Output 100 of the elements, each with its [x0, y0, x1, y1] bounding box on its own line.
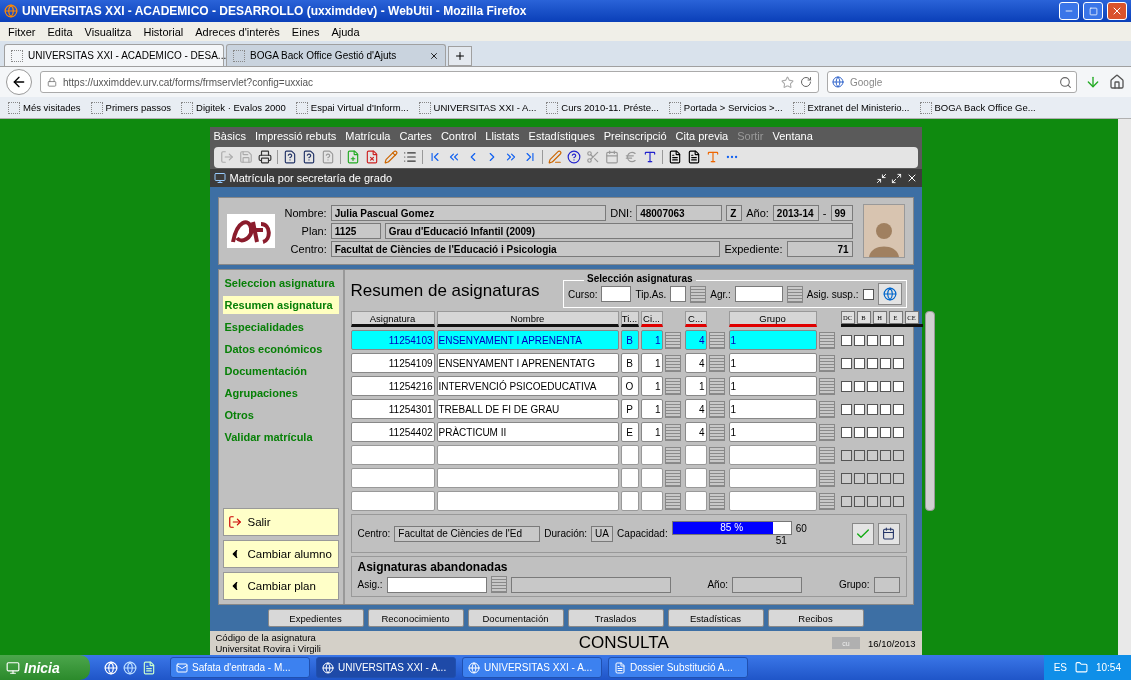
bookmark-link[interactable]: Espai Virtual d'Inform...	[295, 101, 409, 114]
browser-icon[interactable]	[123, 660, 137, 675]
new-tab-button[interactable]	[448, 46, 472, 66]
checkbox[interactable]	[879, 380, 891, 392]
close-icon[interactable]	[429, 50, 439, 61]
checkbox[interactable]	[892, 334, 904, 346]
checkbox[interactable]	[840, 380, 852, 392]
checkbox[interactable]	[879, 357, 891, 369]
browser-tab[interactable]: BOGA Back Office Gestió d'Ajuts	[226, 44, 446, 66]
checkbox[interactable]	[879, 334, 891, 346]
scrollbar[interactable]	[1118, 119, 1131, 655]
checkbox[interactable]	[840, 403, 852, 415]
column-header[interactable]: C...	[684, 311, 707, 327]
checkbox[interactable]	[892, 403, 904, 415]
spreadsheet-icon[interactable]	[142, 660, 156, 675]
checkbox[interactable]	[866, 334, 878, 346]
search-engine-icon[interactable]	[832, 76, 844, 88]
checkbox[interactable]	[892, 380, 904, 392]
checkbox[interactable]	[866, 403, 878, 415]
menu-item[interactable]: Llistats	[485, 130, 520, 142]
subject-field[interactable]	[386, 576, 487, 593]
menu-item[interactable]: Adreces d'interès	[195, 25, 280, 38]
back-button[interactable]	[6, 69, 32, 95]
checkbox[interactable]	[853, 472, 865, 484]
checkbox[interactable]	[862, 288, 874, 300]
search-field[interactable]: Google	[827, 71, 1077, 93]
checkbox[interactable]	[853, 357, 865, 369]
scrollbar[interactable]	[924, 311, 935, 511]
checkbox[interactable]	[892, 357, 904, 369]
checkbox[interactable]	[853, 426, 865, 438]
taskbar-item[interactable]: Dossier Substitució A...	[608, 657, 748, 678]
taskbar-item[interactable]: UNIVERSITAS XXI - A...	[316, 657, 456, 678]
add-record-button[interactable]	[345, 150, 360, 164]
checkbox[interactable]	[866, 472, 878, 484]
help-button[interactable]	[566, 150, 581, 164]
checkbox[interactable]	[892, 426, 904, 438]
text-button[interactable]	[642, 150, 657, 164]
bookmark-link[interactable]: Extranet del Ministerio...	[792, 101, 910, 114]
checkbox[interactable]	[892, 495, 904, 507]
bookmark-link[interactable]: Portada > Servicios >...	[668, 101, 783, 114]
maximize-icon[interactable]	[890, 172, 902, 184]
checkbox[interactable]	[853, 380, 865, 392]
menu-item[interactable]: Visualitza	[84, 25, 132, 38]
section-link[interactable]: Resumen asignatura	[222, 296, 339, 314]
download-icon[interactable]	[1085, 74, 1101, 90]
taskbar-item[interactable]: Safata d'entrada - M...	[170, 657, 310, 678]
action-button[interactable]: Documentación	[467, 609, 564, 627]
network-icon[interactable]	[1074, 661, 1088, 674]
checkbox[interactable]	[840, 426, 852, 438]
checkbox[interactable]	[866, 449, 878, 461]
search-icon[interactable]	[1059, 75, 1072, 89]
menu-item[interactable]: Eines	[291, 25, 320, 38]
checkbox[interactable]	[892, 449, 904, 461]
checkbox[interactable]	[879, 403, 891, 415]
column-header[interactable]: Ci...	[640, 311, 663, 327]
checkbox[interactable]	[866, 495, 878, 507]
checkbox[interactable]	[853, 334, 865, 346]
change-button[interactable]: Cambiar alumno	[222, 540, 339, 568]
change-button[interactable]: Cambiar plan	[222, 572, 339, 600]
list-button[interactable]	[402, 150, 417, 164]
column-header[interactable]: Grupo	[728, 311, 817, 327]
menu-item[interactable]: Historial	[143, 25, 184, 38]
type-field[interactable]	[670, 286, 687, 302]
checkbox[interactable]	[879, 495, 891, 507]
group-field[interactable]	[734, 286, 783, 302]
checkbox[interactable]	[840, 334, 852, 346]
checkbox[interactable]	[853, 449, 865, 461]
search-button[interactable]	[877, 283, 902, 305]
query-button[interactable]	[282, 150, 297, 164]
bookmark-link[interactable]: Primers passos	[90, 101, 172, 114]
checkbox[interactable]	[866, 426, 878, 438]
exit-button[interactable]: Salir	[222, 508, 339, 536]
menu-item[interactable]: Ventana	[772, 130, 813, 142]
menu-item[interactable]: Preinscripció	[603, 130, 667, 142]
column-header[interactable]: Asignatura	[350, 311, 435, 327]
minimize-icon[interactable]	[875, 172, 887, 184]
close-button[interactable]	[1107, 2, 1127, 20]
checkbox[interactable]	[840, 472, 852, 484]
minimize-button[interactable]	[1059, 2, 1079, 20]
menu-item[interactable]: Bàsics	[213, 130, 246, 142]
menu-item[interactable]: Edita	[47, 25, 73, 38]
checkbox[interactable]	[840, 449, 852, 461]
menu-item[interactable]: Ajuda	[331, 25, 360, 38]
checkbox[interactable]	[840, 357, 852, 369]
course-dropdown[interactable]	[601, 286, 632, 302]
document-button[interactable]	[686, 150, 701, 164]
action-button[interactable]: Estadísticas	[667, 609, 764, 627]
checkbox[interactable]	[853, 495, 865, 507]
menu-item[interactable]: Fitxer	[8, 25, 36, 38]
checkbox[interactable]	[892, 472, 904, 484]
restore-button[interactable]	[1083, 2, 1103, 20]
menu-item[interactable]: Control	[440, 130, 477, 142]
column-header[interactable]: Nombre	[436, 311, 619, 327]
checkbox[interactable]	[866, 380, 878, 392]
star-icon[interactable]	[781, 75, 794, 89]
bookmark-link[interactable]: BOGA Back Office Ge...	[919, 101, 1036, 114]
menu-item[interactable]: Cita previa	[675, 130, 729, 142]
action-button[interactable]: Reconocimiento	[367, 609, 464, 627]
home-icon[interactable]	[1109, 74, 1125, 90]
checkbox[interactable]	[879, 426, 891, 438]
